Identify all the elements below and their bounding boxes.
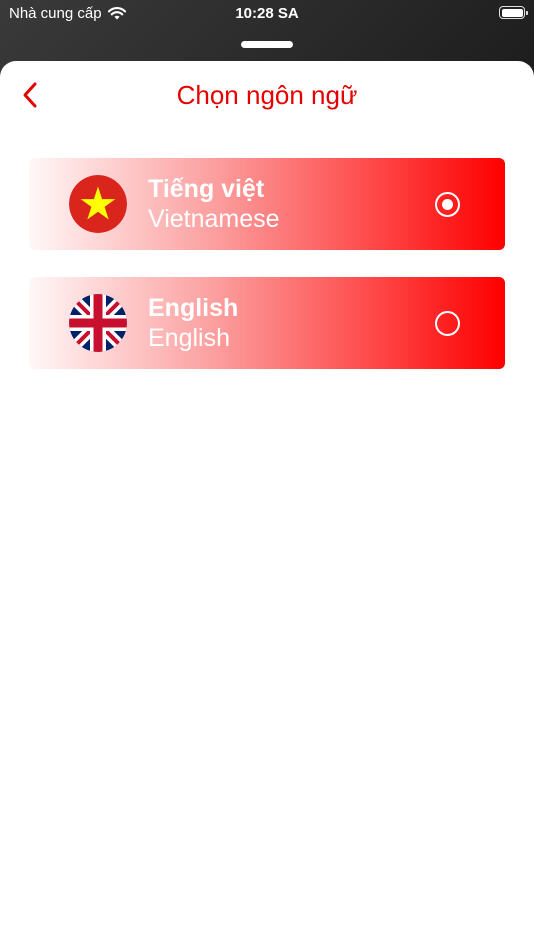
language-name: English (148, 294, 239, 322)
battery-fill (501, 8, 523, 17)
language-text: Tiếng việt Vietnamese (148, 174, 280, 234)
status-bar: Nhà cung cấp 10:28 SA (0, 0, 534, 30)
radio-button-selected[interactable] (435, 192, 460, 217)
page-title: Chọn ngôn ngữ (176, 80, 358, 110)
vietnam-flag-icon (69, 175, 127, 233)
radio-button-unselected[interactable] (435, 311, 460, 336)
language-option-english[interactable]: English English (29, 277, 505, 369)
language-option-vietnamese[interactable]: Tiếng việt Vietnamese (29, 158, 505, 250)
status-time: 10:28 SA (235, 5, 299, 22)
uk-flag-icon (69, 294, 127, 352)
sheet-grabber-handle[interactable] (241, 41, 293, 48)
radio-dot (441, 198, 453, 210)
language-subtitle: English (148, 324, 230, 352)
language-subtitle: Vietnamese (148, 205, 280, 233)
language-name: Tiếng việt (148, 175, 265, 203)
language-text: English English (148, 293, 238, 353)
language-sheet: Chọn ngôn ngữ Tiếng việt Vietnamese Engl… (0, 61, 534, 950)
battery-icon (499, 6, 528, 19)
